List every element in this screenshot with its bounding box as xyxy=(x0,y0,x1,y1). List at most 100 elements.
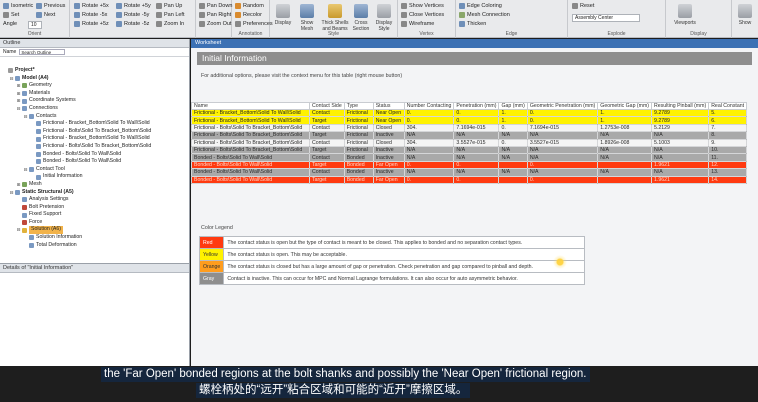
table-row[interactable]: Bonded - Bolts\Solid To Wall\Solid Target… xyxy=(191,160,748,170)
table-row[interactable]: Frictional - Bolts\Solid To Bracket_Bott… xyxy=(191,123,748,133)
tree-item[interactable]: Total Deformation xyxy=(0,242,189,250)
show-button[interactable]: Show xyxy=(734,4,756,26)
rotate-plus-z-button[interactable]: Rotate +5z xyxy=(74,21,109,27)
column-header[interactable]: Resulting Pinball (mm) xyxy=(650,102,710,110)
expand-toggle-icon[interactable]: ⊟ xyxy=(23,113,28,121)
table-row[interactable]: Bonded - Bolts\Solid To Wall\Solid Target… xyxy=(191,175,748,184)
tree-item[interactable]: Bonded - Bolts\Solid To Wall\Solid xyxy=(0,151,189,159)
show-vertices-toggle[interactable]: Show Vertices xyxy=(401,3,444,9)
column-header[interactable]: Penetration (mm) xyxy=(453,102,500,110)
thicken-button[interactable]: Thicken xyxy=(459,21,486,27)
expand-toggle-icon[interactable]: ⊟ xyxy=(16,105,21,113)
tree-item[interactable]: ⊞ Coordinate Systems xyxy=(0,97,189,105)
column-header[interactable]: Name xyxy=(191,102,310,110)
rotate-plus-x-button[interactable]: Rotate +5x xyxy=(74,3,109,9)
pan-up-button[interactable]: Pan Up xyxy=(156,3,182,9)
outline-search-input[interactable]: Search Outline xyxy=(19,49,66,55)
previous-button[interactable]: Previous xyxy=(36,3,65,9)
tree-item[interactable]: ⊟ Solution (A6) xyxy=(0,226,189,235)
table-cell: 0. xyxy=(498,138,528,147)
mesh-connection-button[interactable]: Mesh Connection xyxy=(459,12,510,18)
table-cell: 0. xyxy=(526,108,599,118)
tree-item[interactable]: Bonded - Bolts\Solid To Wall\Solid xyxy=(0,158,189,166)
thick-shells-button[interactable]: Thick Shells and Beams xyxy=(320,4,350,32)
pan-right-button[interactable]: Pan Right xyxy=(199,12,231,18)
tree-item[interactable]: Frictional - Bolts\Solid To Bracket_Bott… xyxy=(0,143,189,151)
expand-toggle-icon[interactable]: ⊟ xyxy=(9,189,14,197)
reset-explode-button[interactable]: Reset xyxy=(572,3,594,9)
table-cell: N/A xyxy=(498,153,528,162)
tree-item[interactable]: Fixed Support xyxy=(0,211,189,219)
table-row[interactable]: Bonded - Bolts\Solid To Wall\Solid Contac… xyxy=(191,168,748,177)
table-row[interactable]: Frictional - Bolts\Solid To Bracket_Bott… xyxy=(191,145,748,155)
table-cell xyxy=(597,160,652,170)
table-row[interactable]: Frictional - Bolts\Solid To Bracket_Bott… xyxy=(191,138,748,147)
table-row[interactable]: Frictional - Bolts\Solid To Bracket_Bott… xyxy=(191,131,748,140)
random-button[interactable]: Random xyxy=(235,3,264,9)
column-header[interactable]: Status xyxy=(372,102,405,110)
edge-coloring-button[interactable]: Edge Coloring xyxy=(459,3,502,9)
column-header[interactable]: Gap (mm) xyxy=(498,102,528,110)
column-header[interactable]: Geometric Penetration (mm) xyxy=(526,102,599,110)
tree-item[interactable]: Force xyxy=(0,219,189,227)
tree-item[interactable]: ⊟ Connections xyxy=(0,105,189,113)
tree-item[interactable]: Bolt Pretension xyxy=(0,204,189,212)
next-button[interactable]: Next xyxy=(36,12,55,18)
column-header[interactable]: Real Constant xyxy=(708,102,748,110)
rotate-minus-z-button[interactable]: Rotate -5z xyxy=(116,21,149,27)
expand-toggle-icon[interactable]: ⊞ xyxy=(16,181,21,189)
isometric-icon xyxy=(3,3,9,9)
tree-item[interactable]: Frictional - Bolts\Solid To Bracket_Bott… xyxy=(0,128,189,136)
tree-item[interactable]: ⊞ Geometry xyxy=(0,82,189,90)
display-button[interactable]: Display xyxy=(272,4,294,26)
table-row[interactable]: Bonded - Bolts\Solid To Wall\Solid Contac… xyxy=(191,153,748,162)
pan-left-button[interactable]: Pan Left xyxy=(156,12,185,18)
tree-item[interactable]: Initial Information xyxy=(0,173,189,181)
table-row[interactable]: Frictional - Bracket_Bottom\Solid To Wal… xyxy=(191,108,748,118)
tree-item[interactable]: ⊟ Static Structural (A5) xyxy=(0,189,189,197)
ribbon-toolbar: Isometric Set Angle Previous Next 10 Ori… xyxy=(0,0,758,38)
expand-toggle-icon[interactable]: ⊟ xyxy=(16,226,21,234)
expand-toggle-icon[interactable]: ⊟ xyxy=(9,75,14,83)
table-cell: Frictional xyxy=(343,108,374,118)
column-header[interactable]: Number Contacting xyxy=(403,102,455,110)
show-mesh-button[interactable]: Show Mesh xyxy=(296,4,318,32)
worksheet-tab[interactable]: Worksheet xyxy=(191,39,758,48)
zoom-out-button[interactable]: Zoom Out xyxy=(199,21,231,27)
pan-down-button[interactable]: Pan Down xyxy=(199,3,232,9)
expand-toggle-icon[interactable]: ⊞ xyxy=(16,90,21,98)
zoom-in-button[interactable]: Zoom In xyxy=(156,21,184,27)
tree-item[interactable]: ⊟ Model (A4) xyxy=(0,75,189,83)
wireframe-toggle[interactable]: Wireframe xyxy=(401,21,434,27)
rotate-minus-y-button[interactable]: Rotate -5y xyxy=(116,12,149,18)
tree-item[interactable]: Project* xyxy=(0,67,189,75)
rotate-plus-y-button[interactable]: Rotate +5y xyxy=(116,3,151,9)
expand-toggle-icon[interactable]: ⊟ xyxy=(23,166,28,174)
isometric-button[interactable]: Isometric xyxy=(3,3,33,9)
recolor-button[interactable]: Recolor xyxy=(235,12,262,18)
expand-toggle-icon[interactable]: ⊞ xyxy=(16,82,21,90)
tree-item[interactable]: Analysis Settings xyxy=(0,196,189,204)
rotate-minus-x-button[interactable]: Rotate -5x xyxy=(74,12,107,18)
column-header[interactable]: Contact Side xyxy=(309,102,345,110)
tree-item[interactable]: ⊞ Mesh xyxy=(0,181,189,189)
assembly-center-select[interactable]: Assembly Center xyxy=(572,14,640,22)
column-header[interactable]: Geometric Gap (mm) xyxy=(597,102,652,110)
tree-item[interactable]: ⊞ Materials xyxy=(0,90,189,98)
expand-toggle-icon[interactable]: ⊞ xyxy=(16,97,21,105)
tree-item[interactable]: Frictional - Bracket_Bottom\Solid To Wal… xyxy=(0,135,189,143)
angle-input[interactable]: 10 xyxy=(28,21,42,29)
cross-section-button[interactable]: Cross Section xyxy=(350,4,372,32)
viewports-button[interactable]: Viewports xyxy=(672,4,698,26)
tree-item[interactable]: ⊟ Contacts xyxy=(0,113,189,121)
close-vertices-toggle[interactable]: Close Vertices xyxy=(401,12,444,18)
column-header[interactable]: Type xyxy=(343,102,374,110)
tree-item[interactable]: ⊟ Contact Tool xyxy=(0,166,189,174)
tree-item[interactable]: Solution Information xyxy=(0,234,189,242)
preferences-button[interactable]: Preferences xyxy=(235,21,273,27)
tree-item[interactable]: Frictional - Bracket_Bottom\Solid To Wal… xyxy=(0,120,189,128)
display-style-button[interactable]: Display Style xyxy=(373,4,395,32)
table-row[interactable]: Frictional - Bracket_Bottom\Solid To Wal… xyxy=(191,116,748,125)
tree-item-label: Solution Information xyxy=(36,234,83,241)
set-button[interactable]: Set xyxy=(3,12,19,18)
